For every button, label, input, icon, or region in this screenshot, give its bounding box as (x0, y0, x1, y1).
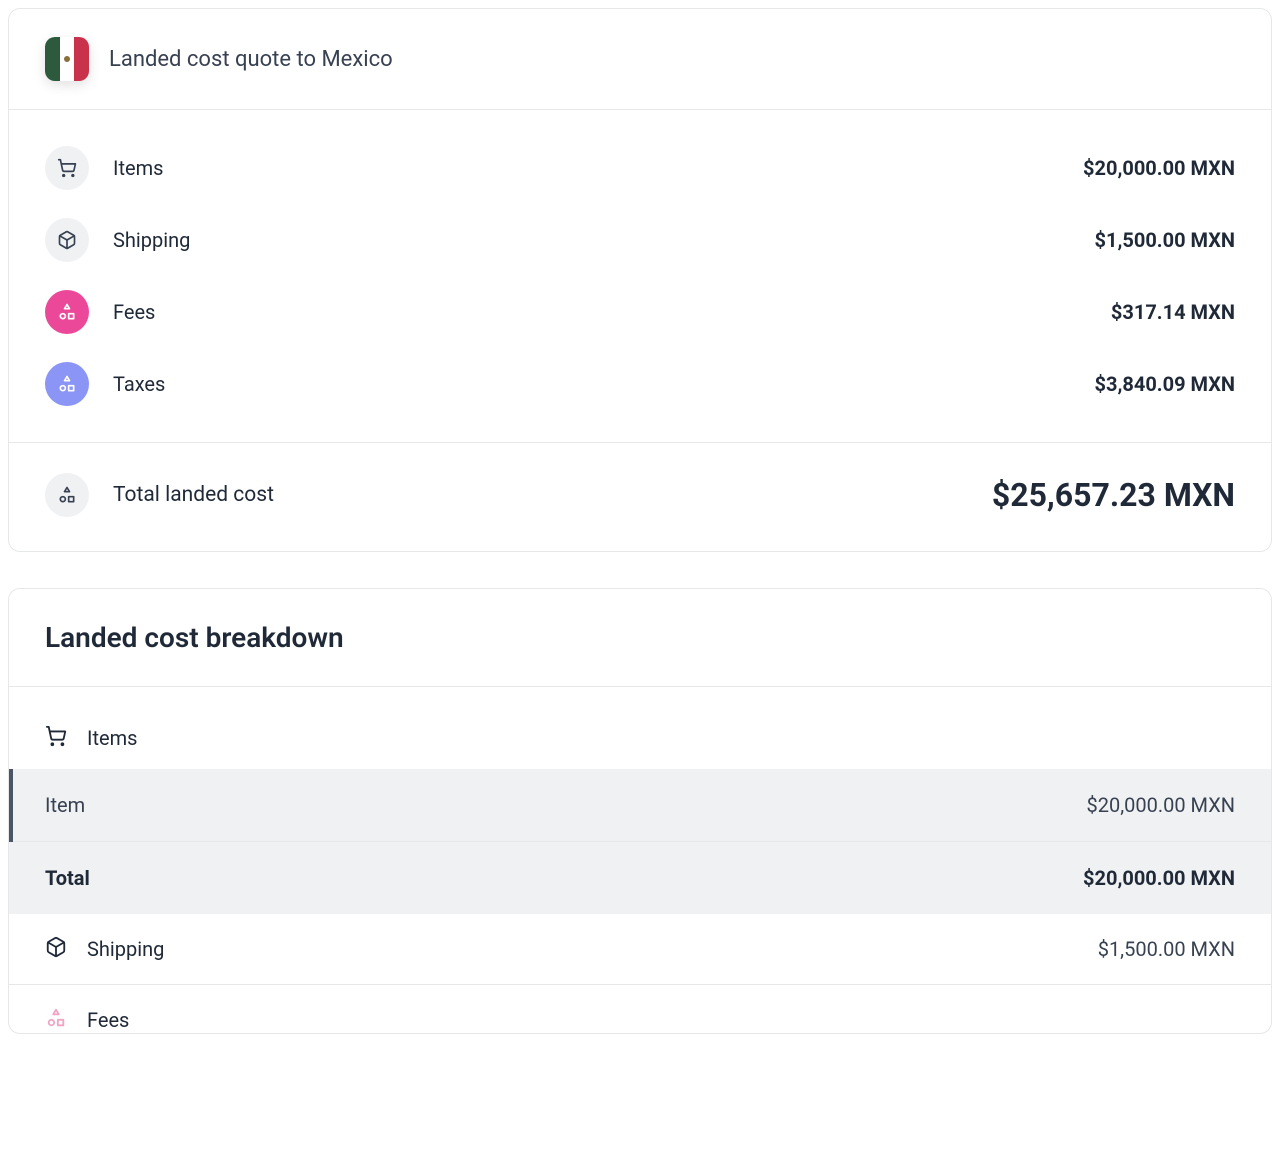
breakdown-card: Landed cost breakdown Items Item $20,000… (8, 588, 1272, 1034)
summary-row-taxes: Taxes $3,840.09 MXN (45, 348, 1235, 420)
quote-title: Landed cost quote to Mexico (109, 47, 393, 72)
breakdown-item-row: Item $20,000.00 MXN (9, 769, 1271, 842)
cart-icon (45, 725, 67, 751)
breakdown-shipping-value: $1,500.00 MXN (1098, 937, 1235, 961)
items-label: Items (113, 156, 163, 180)
breakdown-body: Items Item $20,000.00 MXN Total $20,000.… (9, 687, 1271, 1033)
total-label: Total landed cost (113, 483, 274, 507)
breakdown-items-head: Items (9, 711, 1271, 769)
fees-value: $317.14 MXN (1111, 300, 1235, 324)
fees-label: Fees (113, 300, 155, 324)
shapes-icon (45, 362, 89, 406)
summary-row-shipping: Shipping $1,500.00 MXN (45, 204, 1235, 276)
quote-header: Landed cost quote to Mexico (9, 9, 1271, 110)
shipping-value: $1,500.00 MXN (1095, 228, 1236, 252)
shipping-label: Shipping (113, 228, 190, 252)
breakdown-item-value: $20,000.00 MXN (1086, 793, 1235, 817)
breakdown-items-block: Item $20,000.00 MXN Total $20,000.00 MXN (9, 769, 1271, 914)
summary-row-fees: Fees $317.14 MXN (45, 276, 1235, 348)
shapes-icon (45, 290, 89, 334)
taxes-value: $3,840.09 MXN (1095, 372, 1236, 396)
quote-summary: Items $20,000.00 MXN Shipping $1,500.00 … (9, 110, 1271, 442)
breakdown-items-heading: Items (87, 726, 137, 750)
breakdown-item-total-label: Total (45, 866, 90, 890)
breakdown-shipping-row: Shipping $1,500.00 MXN (9, 914, 1271, 985)
items-value: $20,000.00 MXN (1083, 156, 1235, 180)
cart-icon (45, 146, 89, 190)
breakdown-shipping-label: Shipping (87, 937, 164, 961)
quote-card: Landed cost quote to Mexico Items $20,00… (8, 8, 1272, 552)
package-icon (45, 218, 89, 262)
breakdown-item-total-value: $20,000.00 MXN (1083, 866, 1235, 890)
shapes-icon (45, 473, 89, 517)
breakdown-title: Landed cost breakdown (45, 621, 1235, 654)
total-value: $25,657.23 MXN (992, 476, 1235, 514)
package-icon (45, 936, 67, 962)
breakdown-fees-row: Fees (9, 985, 1271, 1033)
breakdown-item-label: Item (45, 793, 85, 817)
breakdown-header: Landed cost breakdown (9, 589, 1271, 687)
taxes-label: Taxes (113, 372, 165, 396)
summary-row-items: Items $20,000.00 MXN (45, 132, 1235, 204)
breakdown-fees-label: Fees (87, 1008, 129, 1032)
total-section: Total landed cost $25,657.23 MXN (9, 442, 1271, 551)
breakdown-item-total-row: Total $20,000.00 MXN (9, 842, 1271, 914)
mexico-flag-icon (45, 37, 89, 81)
shapes-icon (45, 1007, 67, 1033)
